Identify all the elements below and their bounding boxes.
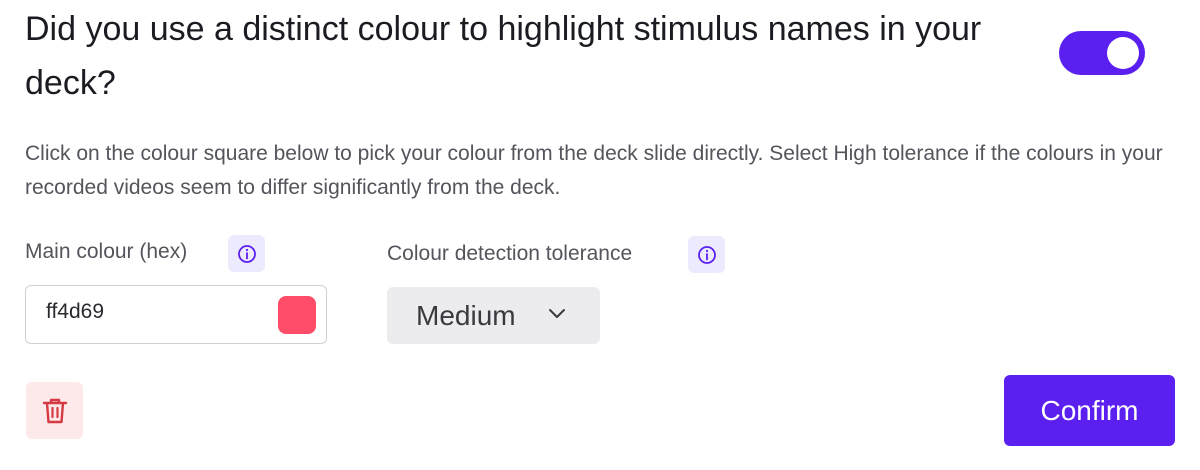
- colour-swatch[interactable]: [278, 296, 316, 334]
- instructions-text: Click on the colour square below to pick…: [25, 142, 1163, 199]
- chevron-down-icon: [549, 309, 565, 318]
- tolerance-label: Colour detection tolerance: [387, 242, 633, 265]
- info-icon: [697, 245, 716, 264]
- trash-icon: [42, 398, 67, 423]
- toggle-knob: [1107, 37, 1139, 69]
- main-colour-info-icon[interactable]: [228, 235, 265, 272]
- hex-input[interactable]: [46, 300, 266, 324]
- main-colour-field: [25, 285, 327, 344]
- delete-button[interactable]: [26, 382, 83, 439]
- highlight-toggle[interactable]: [1059, 31, 1145, 75]
- main-colour-label: Main colour (hex): [25, 240, 188, 263]
- tolerance-selected-value: Medium: [416, 300, 516, 331]
- info-icon: [237, 244, 256, 263]
- tolerance-info-icon[interactable]: [688, 236, 725, 273]
- confirm-button[interactable]: Confirm: [1004, 375, 1175, 446]
- question-title: Did you use a distinct colour to highlig…: [25, 10, 982, 102]
- tolerance-select[interactable]: Medium: [387, 287, 600, 344]
